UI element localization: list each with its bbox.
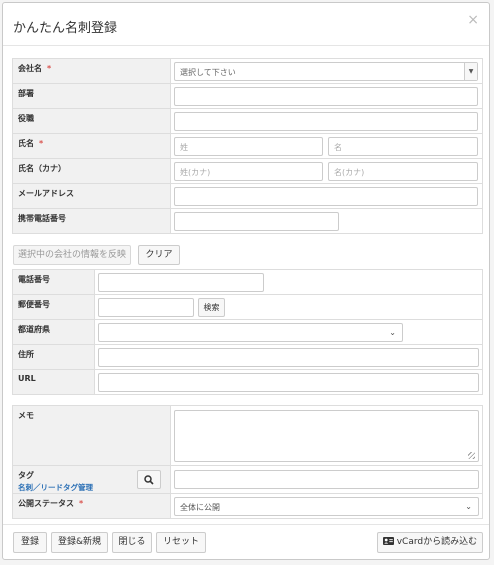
tag-label-cell: タグ 名刺／リードタグ管理: [12, 465, 171, 494]
prefecture-select[interactable]: ⌄: [98, 323, 403, 342]
close-button[interactable]: 閉じる: [112, 532, 152, 553]
last-name-input[interactable]: 姓: [174, 137, 323, 156]
department-input[interactable]: [174, 87, 478, 106]
resize-grip-icon[interactable]: [468, 452, 475, 459]
header-divider: [3, 45, 489, 46]
person-form: 会社名 * 選択して下さい ▼ 部署 役職 氏名 * 姓 名 氏名（カナ） 姓(…: [12, 58, 483, 234]
vcard-import-label: vCardから読み込む: [396, 537, 478, 547]
extra-form: メモ タグ 名刺／リードタグ管理 公開ステータス * 全体に公開 ⌄: [12, 405, 483, 519]
first-name-kana-input[interactable]: 名(カナ): [328, 162, 478, 181]
url-label: URL: [12, 369, 95, 395]
last-name-kana-input[interactable]: 姓(カナ): [174, 162, 323, 181]
vcard-import-button[interactable]: vCardから読み込む: [377, 532, 483, 553]
postal-input[interactable]: [98, 298, 194, 317]
visibility-label: 公開ステータス *: [12, 493, 171, 519]
tag-label: タグ: [18, 471, 34, 480]
company-label: 会社名 *: [12, 58, 171, 84]
url-input[interactable]: [98, 373, 479, 392]
first-name-input[interactable]: 名: [328, 137, 478, 156]
chevron-down-icon: ⌄: [465, 502, 472, 511]
tag-input[interactable]: [174, 470, 479, 489]
reflect-company-button[interactable]: 選択中の会社の情報を反映: [13, 245, 131, 265]
prefecture-label: 都道府県: [12, 319, 95, 345]
memo-textarea[interactable]: [174, 410, 479, 462]
search-icon: [144, 475, 154, 485]
dialog: かんたん名刺登録 × 会社名* 選択して下さい ▼ 部署 役職 氏名* 姓: [2, 2, 490, 560]
clear-button[interactable]: クリア: [138, 245, 180, 265]
position-input[interactable]: [174, 112, 478, 131]
visibility-select[interactable]: 全体に公開 ⌄: [174, 497, 479, 516]
address-input[interactable]: [98, 348, 479, 367]
position-label: 役職: [12, 108, 171, 134]
email-label: メールアドレス: [12, 183, 171, 209]
address-label: 住所: [12, 344, 95, 370]
dialog-title: かんたん名刺登録: [13, 21, 118, 36]
name-label: 氏名 *: [12, 133, 171, 159]
name-kana-label: 氏名（カナ）: [12, 158, 171, 184]
postal-label: 郵便番号: [12, 294, 95, 320]
company-select[interactable]: 選択して下さい ▼: [174, 62, 478, 81]
mobile-input[interactable]: [174, 212, 339, 231]
close-icon[interactable]: ×: [467, 12, 479, 28]
contact-card-icon: [382, 537, 394, 545]
register-new-button[interactable]: 登録&新規: [51, 532, 108, 553]
chevron-down-icon: ▼: [464, 63, 477, 80]
phone-label: 電話番号: [12, 269, 95, 295]
company-form: 電話番号 郵便番号 検索 都道府県 ⌄ 住所 URL: [12, 269, 483, 395]
register-button[interactable]: 登録: [13, 532, 47, 553]
tag-search-button[interactable]: [137, 470, 161, 489]
memo-label: メモ: [12, 405, 171, 466]
reset-button[interactable]: リセット: [156, 532, 206, 553]
department-label: 部署: [12, 83, 171, 109]
email-input[interactable]: [174, 187, 478, 206]
phone-input[interactable]: [98, 273, 264, 292]
postal-search-button[interactable]: 検索: [198, 298, 225, 317]
mobile-label: 携帯電話番号: [12, 208, 171, 234]
footer-divider: [3, 524, 489, 525]
chevron-down-icon: ⌄: [389, 328, 396, 337]
